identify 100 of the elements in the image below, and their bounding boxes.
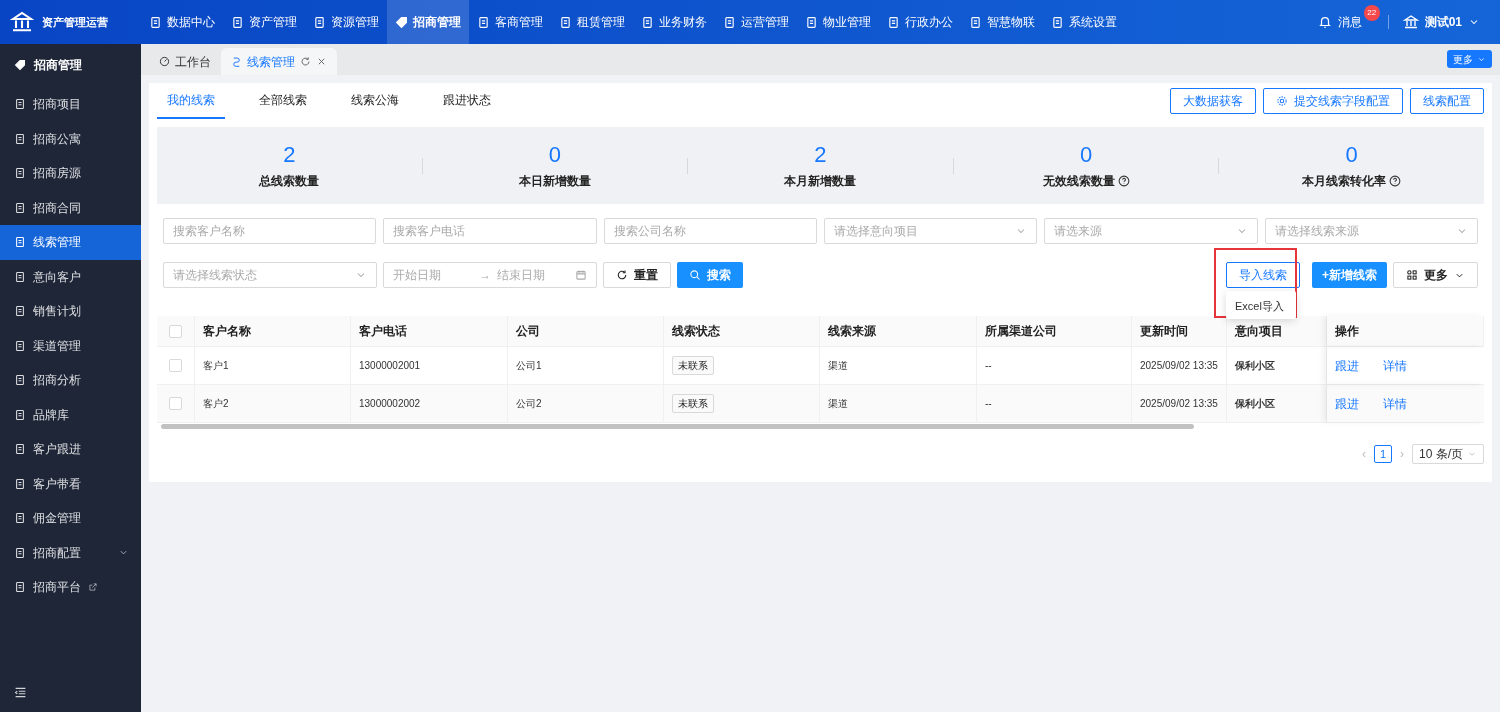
sidebar-item[interactable]: 客户跟进 (0, 432, 141, 467)
document-icon (14, 339, 26, 352)
menu-item[interactable]: Excel导入 (1226, 295, 1296, 318)
table-cell-text: 保利小区 (1235, 359, 1275, 373)
document-icon (805, 15, 818, 29)
external-link-icon (88, 582, 98, 593)
sidebar-item[interactable]: 意向客户 (0, 259, 141, 294)
table-cell-text: 13000002002 (359, 397, 421, 411)
sidebar-item[interactable]: 招商公寓 (0, 121, 141, 156)
nav-tab[interactable]: 租赁管理 (551, 0, 633, 44)
stat-value: 2 (283, 141, 296, 168)
checkbox[interactable] (169, 359, 182, 372)
sidebar-item[interactable]: 品牌库 (0, 397, 141, 432)
document-icon (14, 374, 26, 387)
column-header: 所属渠道公司 (985, 323, 1057, 340)
tag-icon (14, 59, 26, 71)
table-cell-text: 客户2 (203, 397, 229, 411)
action-button[interactable]: 大数据获客 (1170, 88, 1256, 114)
sub-tab[interactable]: 线索公海 (341, 83, 409, 119)
sidebar-item[interactable]: 销售计划 (0, 294, 141, 329)
sidebar-item[interactable]: 客户带看 (0, 466, 141, 501)
page-tab[interactable]: 工作台 (149, 48, 221, 75)
page-tab[interactable]: 线索管理 (221, 48, 337, 75)
row-action-link[interactable]: 详情 (1383, 394, 1407, 413)
tag-icon (395, 15, 408, 29)
input-field[interactable]: 搜索公司名称 (603, 218, 817, 244)
bank-icon (1402, 14, 1419, 30)
page-size-select[interactable]: 10 条/页 (1412, 444, 1484, 464)
search-icon (689, 269, 701, 281)
sub-tab[interactable]: 全部线索 (249, 83, 317, 119)
grid-icon (1406, 269, 1418, 281)
nav-tab[interactable]: 智慧物联 (961, 0, 1043, 44)
sidebar-item[interactable]: 招商合同 (0, 190, 141, 225)
more-tabs-button[interactable]: 更多 (1447, 50, 1492, 68)
sidebar-item[interactable]: 招商配置 (0, 535, 141, 570)
stat-label: 本月新增数量 (784, 172, 857, 190)
nav-tab[interactable]: 资产管理 (223, 0, 305, 44)
document-icon (14, 443, 26, 456)
status-tag: 未联系 (672, 356, 714, 375)
sidebar-item[interactable]: 招商平台 (0, 570, 141, 605)
nav-tab[interactable]: 行政办公 (879, 0, 961, 44)
sidebar-item[interactable]: 线索管理 (0, 225, 141, 260)
table-cell-text: 13000002001 (359, 359, 421, 373)
nav-tab[interactable]: 物业管理 (797, 0, 879, 44)
nav-tab[interactable]: 客商管理 (469, 0, 551, 44)
stat-value: 2 (814, 141, 827, 168)
reset-button[interactable]: 重置 (603, 262, 671, 288)
table-cell-text: 渠道 (828, 359, 848, 373)
action-button[interactable]: 提交线索字段配置 (1263, 88, 1403, 114)
nav-tab[interactable]: 运营管理 (715, 0, 797, 44)
sidebar-item[interactable]: 渠道管理 (0, 328, 141, 363)
nav-tab[interactable]: 资源管理 (305, 0, 387, 44)
input-field[interactable]: 搜索客户电话 (383, 218, 597, 244)
nav-tab[interactable]: 业务财务 (633, 0, 715, 44)
messages-button[interactable]: 消息 (1317, 13, 1362, 31)
help-icon (1117, 174, 1130, 187)
nav-tab[interactable]: 数据中心 (141, 0, 223, 44)
sub-tab[interactable]: 我的线索 (157, 83, 225, 119)
column-header: 客户名称 (203, 323, 251, 340)
nav-tab[interactable]: 系统设置 (1043, 0, 1125, 44)
table-cell-text: 2025/09/02 13:35 (1140, 397, 1218, 411)
stat-label: 本月线索转化率 (1302, 172, 1387, 190)
table-cell-text: -- (985, 397, 992, 411)
document-icon (14, 132, 26, 145)
stat-label: 本日新增数量 (518, 172, 591, 190)
user-menu[interactable]: 测试01 (1402, 13, 1480, 31)
collapse-icon (14, 685, 27, 699)
action-button[interactable]: 线索配置 (1410, 88, 1484, 114)
column-header: 线索来源 (828, 323, 876, 340)
sidebar-item[interactable]: 招商分析 (0, 363, 141, 398)
sidebar-item[interactable]: 佣金管理 (0, 501, 141, 536)
input-field[interactable]: 搜索客户名称 (163, 218, 377, 244)
row-action-link[interactable]: 跟进 (1335, 394, 1359, 413)
scrollbar[interactable] (161, 424, 1194, 429)
stat-value: 0 (1345, 141, 1358, 168)
document-icon (14, 236, 26, 249)
sidebar-item[interactable]: 招商项目 (0, 87, 141, 122)
page-button[interactable]: 1 (1374, 445, 1392, 463)
checkbox[interactable] (169, 397, 182, 410)
row-action-link[interactable]: 跟进 (1335, 356, 1359, 375)
column-header: 客户电话 (359, 323, 407, 340)
refresh-icon (616, 269, 628, 281)
table-cell-text: 渠道 (828, 397, 848, 411)
sub-tab[interactable]: 跟进状态 (433, 83, 501, 119)
nav-tab[interactable]: 招商管理 (387, 0, 469, 44)
stat-value: 0 (548, 141, 561, 168)
import-button[interactable]: 导入线索 (1226, 262, 1300, 288)
document-icon (14, 581, 26, 594)
row-action-link[interactable]: 详情 (1383, 356, 1407, 375)
table-cell-text: 客户1 (203, 359, 229, 373)
bank-icon (10, 10, 34, 34)
document-icon (559, 15, 572, 29)
checkbox[interactable] (169, 324, 182, 338)
table-cell-text: 保利小区 (1235, 397, 1275, 411)
more-button[interactable]: 更多 (1393, 262, 1478, 288)
column-header: 操作 (1335, 323, 1359, 340)
table-cell-text: -- (985, 359, 992, 373)
bell-icon (1317, 15, 1332, 29)
document-icon (969, 15, 982, 29)
sidebar-item[interactable]: 招商房源 (0, 156, 141, 191)
